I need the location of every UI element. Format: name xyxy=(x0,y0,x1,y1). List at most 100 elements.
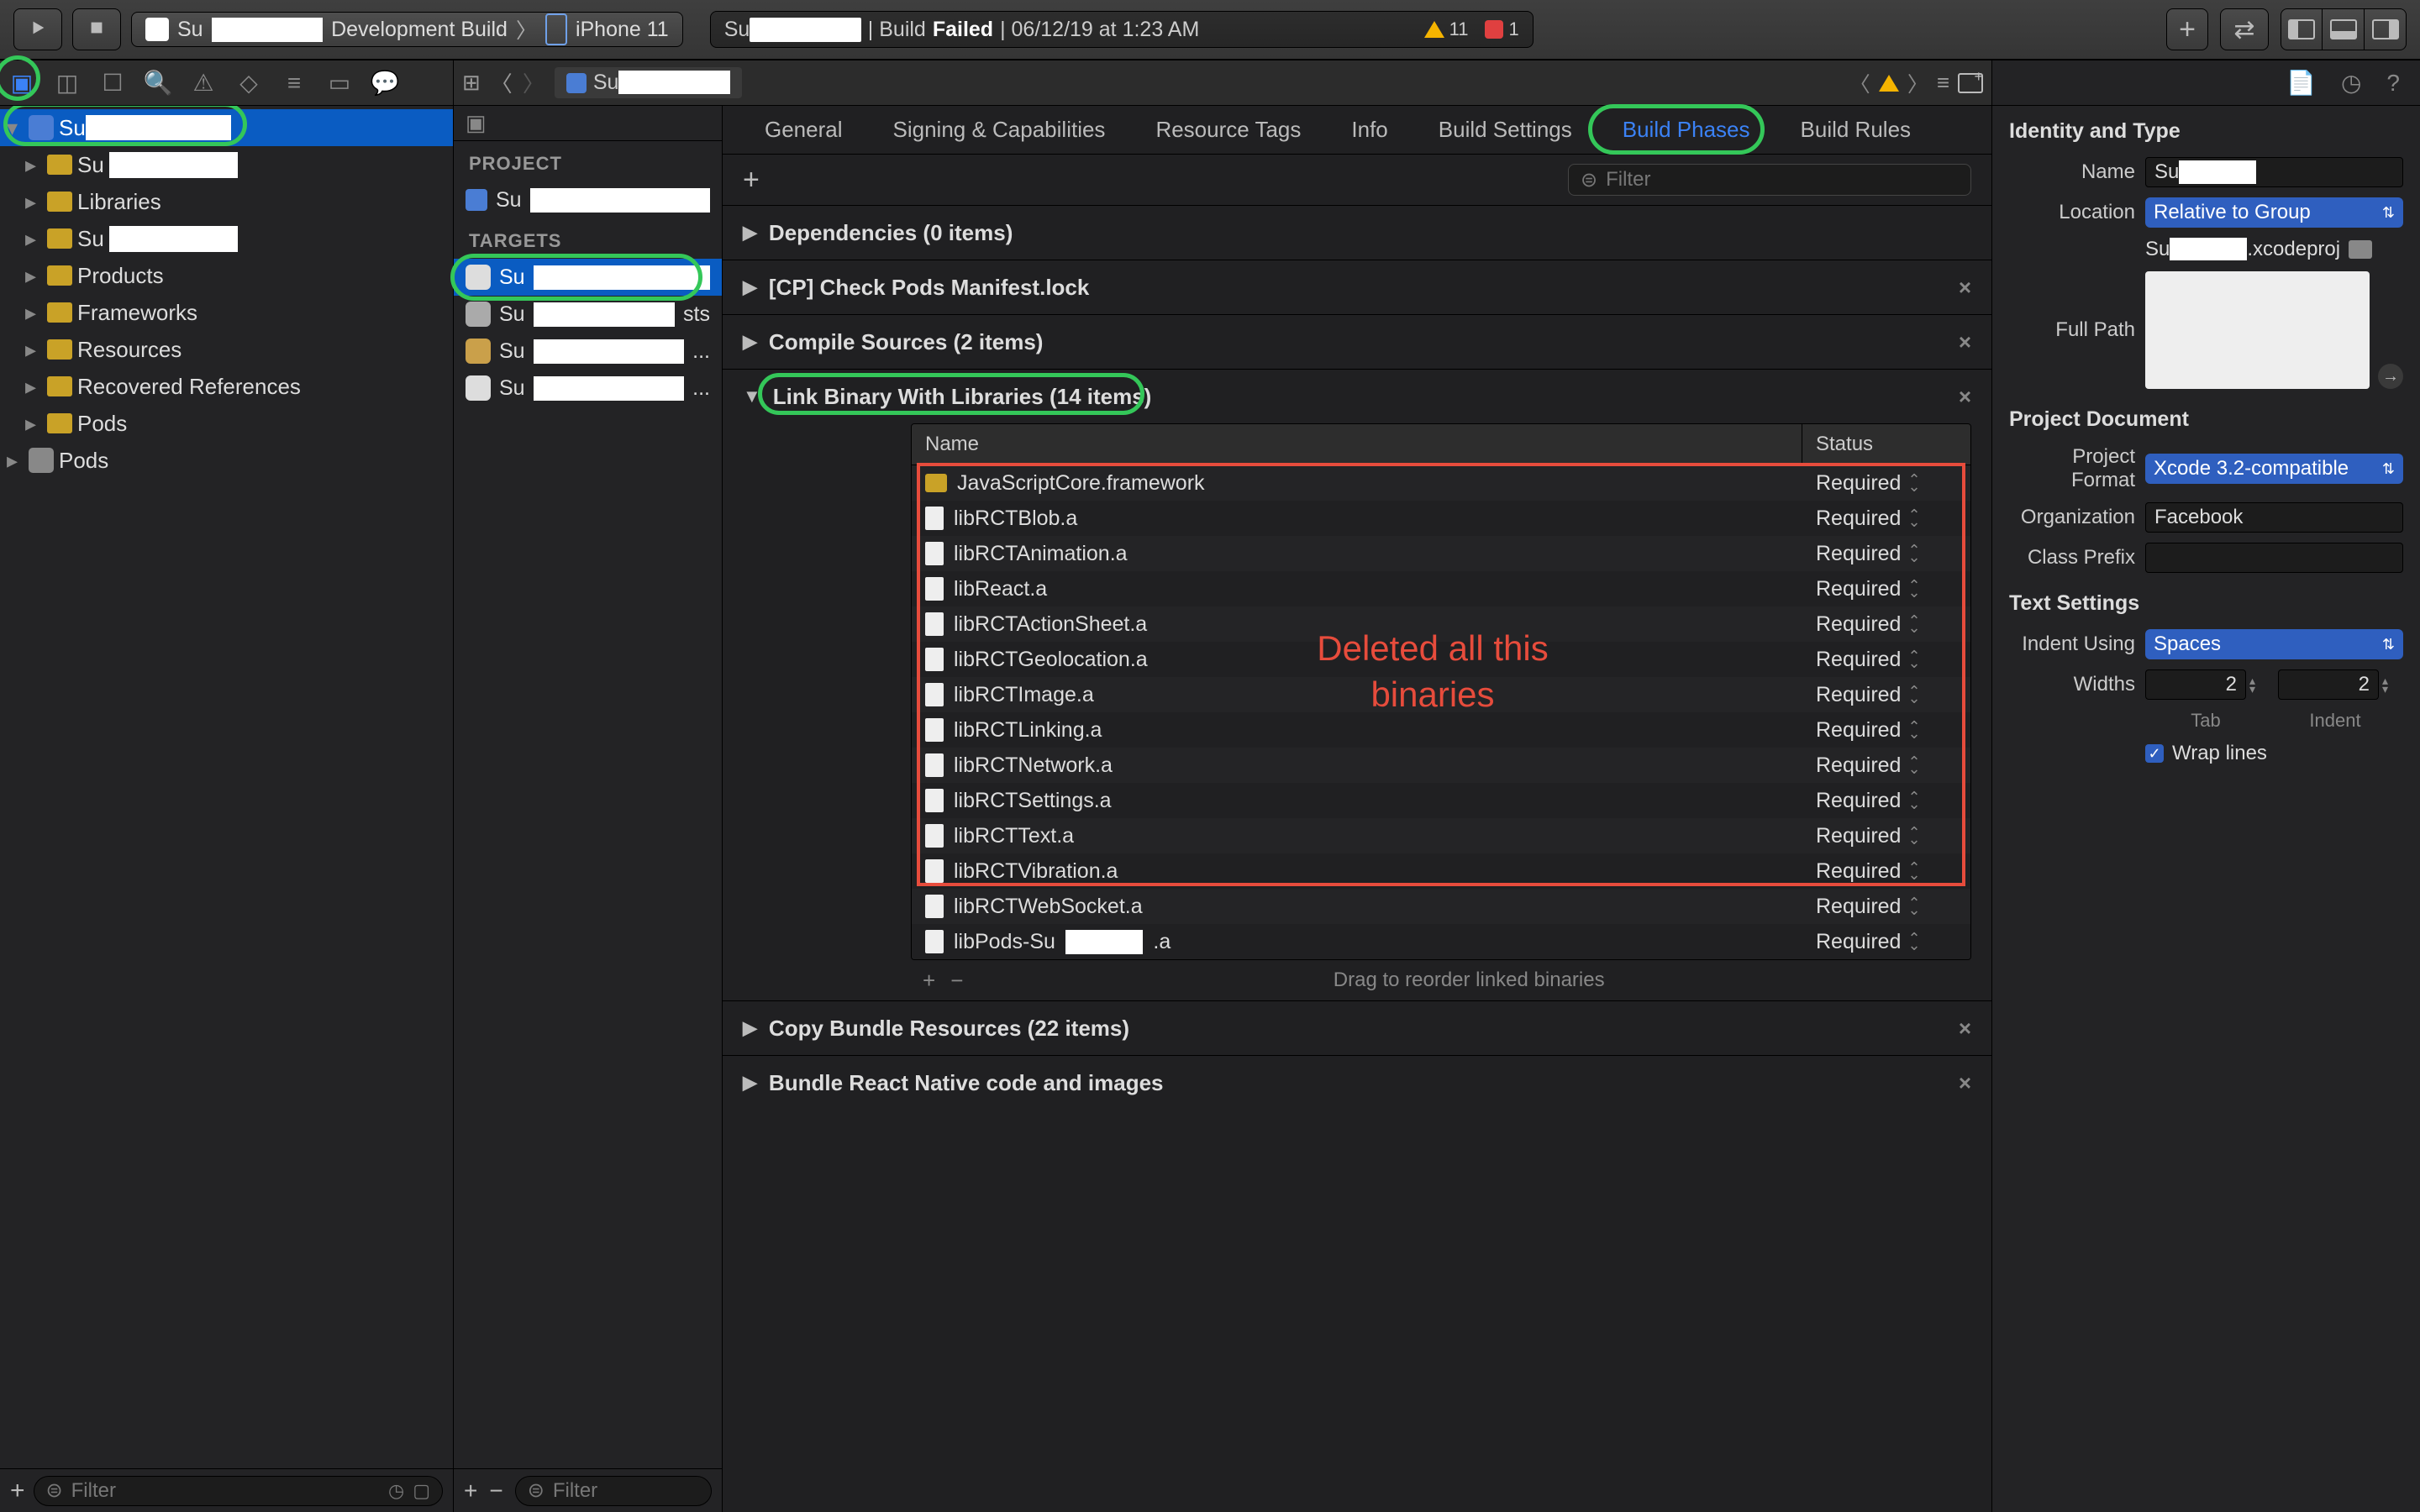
phase-header[interactable]: ▶Bundle React Native code and images× xyxy=(743,1056,1971,1110)
back-button[interactable]: 〈 xyxy=(491,67,513,98)
add-phase-button[interactable]: + xyxy=(743,164,760,197)
phase-header[interactable]: ▶Copy Bundle Resources (22 items)× xyxy=(743,1001,1971,1055)
library-row[interactable]: JavaScriptCore.frameworkRequired⌃⌄ xyxy=(912,465,1970,501)
tab-build-settings[interactable]: Build Settings xyxy=(1413,106,1597,154)
target-row[interactable]: Sux xyxy=(454,259,722,296)
class-prefix-field[interactable] xyxy=(2145,543,2403,573)
activity-status-bar[interactable]: Sux | Build Failed | 06/12/19 at 1:23 AM… xyxy=(710,11,1534,48)
disclosure-icon[interactable]: ▸ xyxy=(25,300,42,326)
add-editor-pane-icon[interactable] xyxy=(1958,73,1983,93)
target-row[interactable]: Sux... xyxy=(454,333,722,370)
disclosure-icon[interactable]: ▸ xyxy=(7,448,24,474)
col-name[interactable]: Name xyxy=(912,424,1802,465)
disclosure-icon[interactable]: ▸ xyxy=(25,152,42,178)
scm-filter-icon[interactable]: ▢ xyxy=(413,1480,430,1502)
tab-general[interactable]: General xyxy=(739,106,868,154)
tab-signing-capabilities[interactable]: Signing & Capabilities xyxy=(868,106,1131,154)
add-target-button[interactable]: + xyxy=(464,1478,477,1504)
status-updown-icon[interactable]: ⌃⌄ xyxy=(1907,688,1920,701)
help-inspector-tab-icon[interactable]: ? xyxy=(2386,70,2400,97)
status-updown-icon[interactable]: ⌃⌄ xyxy=(1907,759,1920,772)
debug-navigator-icon[interactable]: ≡ xyxy=(279,68,309,98)
disclosure-icon[interactable]: ▶ xyxy=(743,1072,757,1094)
status-updown-icon[interactable]: ⌃⌄ xyxy=(1907,547,1920,560)
code-review-button[interactable]: ⇄ xyxy=(2220,8,2269,50)
tree-item[interactable]: ▸Products xyxy=(0,257,453,294)
library-button[interactable]: + xyxy=(2166,8,2208,50)
add-file-button[interactable]: + xyxy=(10,1477,25,1505)
report-navigator-icon[interactable]: 💬 xyxy=(370,68,400,98)
disclosure-icon[interactable]: ▶ xyxy=(743,276,757,298)
issue-navigator-icon[interactable]: ⚠ xyxy=(188,68,218,98)
file-inspector-tab-icon[interactable]: 📄 xyxy=(2286,69,2316,97)
library-row[interactable]: libRCTLinking.aRequired⌃⌄ xyxy=(912,712,1970,748)
test-navigator-icon[interactable]: ◇ xyxy=(234,68,264,98)
project-row[interactable]: Sux xyxy=(454,181,722,218)
tree-item[interactable]: ▸Recovered References xyxy=(0,368,453,405)
status-updown-icon[interactable]: ⌃⌄ xyxy=(1907,723,1920,737)
project-tree[interactable]: ▾ Sux ▸Sux▸Libraries▸Sux▸Products▸Framew… xyxy=(0,106,453,1468)
stop-button[interactable] xyxy=(72,8,121,50)
remove-phase-button[interactable]: × xyxy=(1959,384,1971,410)
status-updown-icon[interactable]: ⌃⌄ xyxy=(1907,794,1920,807)
stepper-icon[interactable]: ▴▾ xyxy=(2382,676,2402,693)
library-row[interactable]: libRCTActionSheet.aRequired⌃⌄ xyxy=(912,606,1970,642)
library-row[interactable]: libRCTBlob.aRequired⌃⌄ xyxy=(912,501,1970,536)
toggle-bottom-pane[interactable] xyxy=(2323,8,2365,50)
editor-options-icon[interactable]: ≡ xyxy=(1937,70,1949,96)
phase-header[interactable]: ▶[CP] Check Pods Manifest.lock× xyxy=(743,260,1971,314)
find-navigator-icon[interactable]: 🔍 xyxy=(143,68,173,98)
library-row[interactable]: libRCTImage.aRequired⌃⌄ xyxy=(912,677,1970,712)
library-row[interactable]: libRCTVibration.aRequired⌃⌄ xyxy=(912,853,1970,889)
toggle-left-pane[interactable] xyxy=(2281,8,2323,50)
warnings-badge[interactable]: 11 xyxy=(1424,18,1469,40)
document-outline-icon[interactable]: ▣ xyxy=(454,106,722,141)
targets-filter[interactable]: ⊜ Filter xyxy=(515,1476,712,1506)
add-library-button[interactable]: + xyxy=(923,968,935,994)
source-control-navigator-icon[interactable]: ◫ xyxy=(52,68,82,98)
library-row[interactable]: libPods-Sux.aRequired⌃⌄ xyxy=(912,924,1970,959)
disclosure-icon[interactable]: ▶ xyxy=(743,1017,757,1039)
disclosure-icon[interactable]: ▸ xyxy=(25,337,42,363)
tab-info[interactable]: Info xyxy=(1326,106,1413,154)
remove-phase-button[interactable]: × xyxy=(1959,1070,1971,1096)
phase-header[interactable]: ▶Compile Sources (2 items)× xyxy=(743,315,1971,369)
run-button[interactable] xyxy=(13,8,62,50)
remove-phase-button[interactable]: × xyxy=(1959,329,1971,355)
tab-build-rules[interactable]: Build Rules xyxy=(1776,106,1937,154)
remove-target-button[interactable]: − xyxy=(489,1478,502,1504)
phase-header[interactable]: ▶Dependencies (0 items) xyxy=(743,206,1971,260)
status-updown-icon[interactable]: ⌃⌄ xyxy=(1907,617,1920,631)
project-navigator-icon[interactable]: ▣ xyxy=(7,68,37,98)
status-updown-icon[interactable]: ⌃⌄ xyxy=(1907,935,1920,948)
disclosure-icon[interactable]: ▸ xyxy=(25,189,42,215)
disclosure-icon[interactable]: ▸ xyxy=(25,374,42,400)
remove-phase-button[interactable]: × xyxy=(1959,275,1971,301)
jump-bar-crumb[interactable]: Sux xyxy=(555,67,742,98)
disclosure-icon[interactable]: ▶ xyxy=(743,222,757,244)
scheme-selector[interactable]: SuxDevelopment Build 〉 iPhone 11 xyxy=(131,12,683,47)
tree-root[interactable]: ▾ Sux xyxy=(0,109,453,146)
library-row[interactable]: libRCTGeolocation.aRequired⌃⌄ xyxy=(912,642,1970,677)
reveal-in-finder-button[interactable]: → xyxy=(2378,364,2403,389)
history-inspector-tab-icon[interactable]: ◷ xyxy=(2341,69,2361,97)
status-updown-icon[interactable]: ⌃⌄ xyxy=(1907,864,1920,878)
phase-header[interactable]: ▼ Link Binary With Libraries (14 items) … xyxy=(743,370,1971,423)
remove-library-button[interactable]: − xyxy=(950,968,963,994)
tree-item[interactable]: ▸Libraries xyxy=(0,183,453,220)
tab-resource-tags[interactable]: Resource Tags xyxy=(1130,106,1326,154)
library-row[interactable]: libRCTWebSocket.aRequired⌃⌄ xyxy=(912,889,1970,924)
recent-filter-icon[interactable]: ◷ xyxy=(388,1480,404,1502)
organization-field[interactable]: Facebook xyxy=(2145,502,2403,533)
chevron-right-icon[interactable]: 〉 xyxy=(1907,68,1928,98)
library-row[interactable]: libRCTSettings.aRequired⌃⌄ xyxy=(912,783,1970,818)
col-status[interactable]: Status xyxy=(1802,424,1970,465)
toggle-right-pane[interactable] xyxy=(2365,8,2407,50)
status-updown-icon[interactable]: ⌃⌄ xyxy=(1907,653,1920,666)
disclosure-icon[interactable]: ▶ xyxy=(743,331,757,353)
location-select[interactable]: Relative to Group⇅ xyxy=(2145,197,2403,228)
wrap-lines-checkbox[interactable]: ✓ xyxy=(2145,744,2164,763)
status-updown-icon[interactable]: ⌃⌄ xyxy=(1907,476,1920,490)
symbol-navigator-icon[interactable]: ☐ xyxy=(97,68,128,98)
status-updown-icon[interactable]: ⌃⌄ xyxy=(1907,512,1920,525)
